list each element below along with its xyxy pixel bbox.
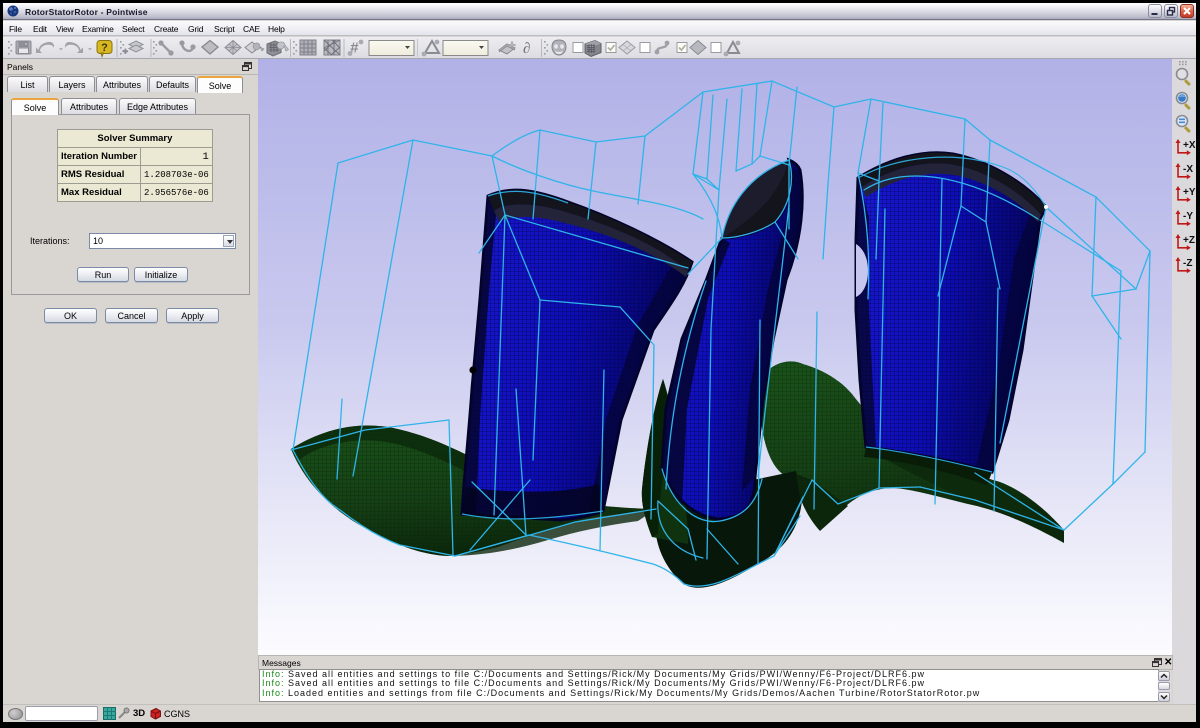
svg-text:-X: -X bbox=[1183, 164, 1193, 175]
svg-text:∂: ∂ bbox=[523, 41, 530, 57]
svg-text:+Y: +Y bbox=[1183, 187, 1196, 198]
svg-text:+X: +X bbox=[1183, 140, 1196, 151]
svg-text:-Y: -Y bbox=[1183, 211, 1193, 222]
svg-text:-Z: -Z bbox=[1183, 258, 1192, 269]
svg-text:+Z: +Z bbox=[1183, 235, 1195, 246]
svg-text:?: ? bbox=[101, 42, 108, 54]
